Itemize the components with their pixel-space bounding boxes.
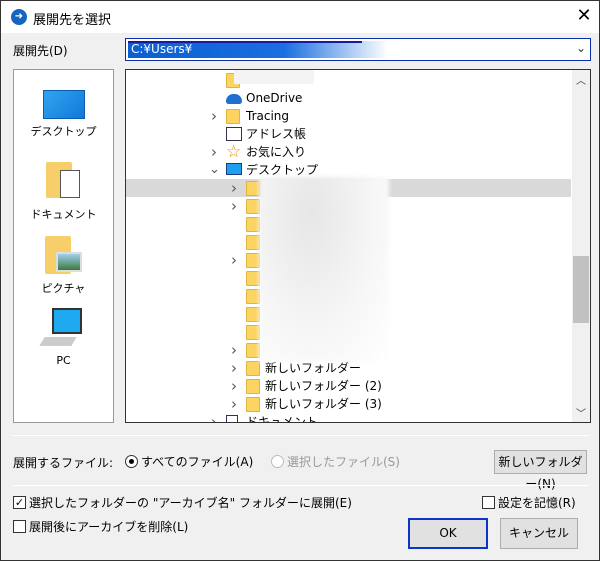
extract-destination-dialog: ➜ 展開先を選択 ✕ 展開先(D) C:¥Users¥ ⌄ デスクトップ ドキュ… [0,0,600,561]
scroll-down-icon[interactable]: ﹀ [572,405,590,420]
chevron-right-icon[interactable]: › [229,251,239,269]
divider [13,435,589,436]
radio-button[interactable] [271,455,284,468]
folder-icon [246,397,260,412]
cancel-button[interactable]: キャンセル [500,518,578,549]
folder-icon [246,343,260,358]
folder-icon [246,379,260,394]
folder-icon [246,361,260,376]
tree-item[interactable]: アドレス帳 [126,125,571,143]
scroll-up-icon[interactable]: ︿ [572,72,590,87]
folder-icon [246,199,260,214]
remember-settings-checkbox[interactable]: 設定を記憶(R) [482,494,576,511]
blurred-folder-name [234,70,314,84]
chevron-right-icon[interactable]: › [209,413,219,422]
chevron-down-icon[interactable]: ⌄ [209,161,220,179]
chevron-down-icon[interactable]: ⌄ [576,41,586,55]
destination-label: 展開先(D) [13,44,68,58]
tree-item-label: アドレス帳 [246,127,307,141]
delete-after-extract-checkbox[interactable]: 展開後にアーカイブを削除(L) [13,518,188,535]
folder-icon [246,271,260,286]
place-pc[interactable]: PC [14,308,113,367]
radio-all-files[interactable]: すべてのファイル(A) [125,453,253,470]
chevron-right-icon[interactable]: › [229,197,239,215]
tree-item[interactable]: › 新しいフォルダー (3) [126,395,571,413]
folder-icon [246,325,260,340]
place-label: ピクチャ [41,282,86,295]
onedrive-icon [226,94,242,104]
tree-item-label: 新しいフォルダー (3) [265,397,382,411]
tree-item[interactable]: › Tracing [126,107,571,125]
tree-item[interactable]: › 新しいフォルダー (2) [126,377,571,395]
tree-item-label: お気に入り [246,145,307,159]
chevron-right-icon[interactable]: › [229,359,239,377]
folder-icon [246,289,260,304]
folder-tree[interactable]: OneDrive › Tracing アドレス帳 › ☆ お気に入り ⌄ デスクトップ › › › › ›… [125,69,591,423]
desktop-icon [42,90,85,119]
extract-to-archive-folder-checkbox[interactable]: ✓ 選択したフォルダーの "アーカイブ名" フォルダーに展開(E) [13,494,352,511]
checkbox-checked[interactable]: ✓ [13,496,26,509]
chevron-right-icon[interactable]: › [229,179,239,197]
new-folder-button[interactable]: 新しいフォルダー(N) [494,450,587,491]
chevron-right-icon[interactable]: › [229,395,239,413]
pictures-icon [44,236,83,276]
window-title: 展開先を選択 [33,13,112,28]
radio-label: 選択したファイル(S) [287,455,400,469]
scrollbar-thumb[interactable] [573,256,589,323]
blurred-folder-names [259,177,389,362]
app-icon: ➜ [11,9,27,25]
place-desktop[interactable]: デスクトップ [14,90,113,139]
files-label: 展開するファイル: [13,456,114,470]
folder-icon [246,181,260,196]
pc-icon [38,308,86,350]
folder-icon [246,235,260,250]
folder-icon [226,109,240,124]
star-icon: ☆ [226,142,242,162]
place-label: ドキュメント [30,208,97,221]
chevron-right-icon[interactable]: › [229,377,239,395]
place-pictures[interactable]: ピクチャ [14,236,113,296]
destination-combobox[interactable]: C:¥Users¥ ⌄ [125,38,591,61]
tree-item[interactable]: › ドキュメント [126,413,571,423]
folder-icon [246,253,260,268]
tree-item-label: 新しいフォルダー (2) [265,379,382,393]
destination-value[interactable]: C:¥Users¥ [128,41,388,58]
tree-item[interactable]: OneDrive [126,89,571,107]
close-icon[interactable]: ✕ [571,3,597,29]
folder-icon [246,307,260,322]
vertical-scrollbar[interactable]: ︿ ﹀ [572,70,590,422]
title-bar: ➜ 展開先を選択 ✕ [1,1,599,33]
place-label: PC [56,354,71,367]
documents-icon [45,162,82,202]
ok-button[interactable]: OK [408,518,488,549]
radio-button[interactable] [125,455,138,468]
tree-item-label: ドキュメント [246,415,319,423]
checkbox[interactable] [482,496,495,509]
chevron-right-icon[interactable]: › [229,341,239,359]
tree-item-label: OneDrive [246,91,303,105]
checkbox-label: 展開後にアーカイブを削除(L) [29,520,189,534]
divider [13,485,589,486]
chevron-right-icon[interactable]: › [209,107,219,125]
checkbox-label: 選択したフォルダーの "アーカイブ名" フォルダーに展開(E) [29,496,352,510]
tree-item[interactable]: › ☆ お気に入り [126,143,571,161]
desktop-icon [226,163,242,175]
radio-label: すべてのファイル(A) [141,455,254,469]
places-panel: デスクトップ ドキュメント ピクチャ PC [13,69,114,423]
checkbox[interactable] [13,520,26,533]
tree-item[interactable] [126,71,571,89]
place-label: デスクトップ [30,125,97,138]
tree-item-label: Tracing [246,109,290,123]
checkbox-label: 設定を記憶(R) [498,496,576,510]
place-documents[interactable]: ドキュメント [14,162,113,222]
contacts-icon [226,127,242,141]
chevron-right-icon[interactable]: › [209,143,219,161]
folder-icon [246,217,260,232]
documents-icon [226,415,238,422]
radio-selected-files[interactable]: 選択したファイル(S) [271,453,400,470]
